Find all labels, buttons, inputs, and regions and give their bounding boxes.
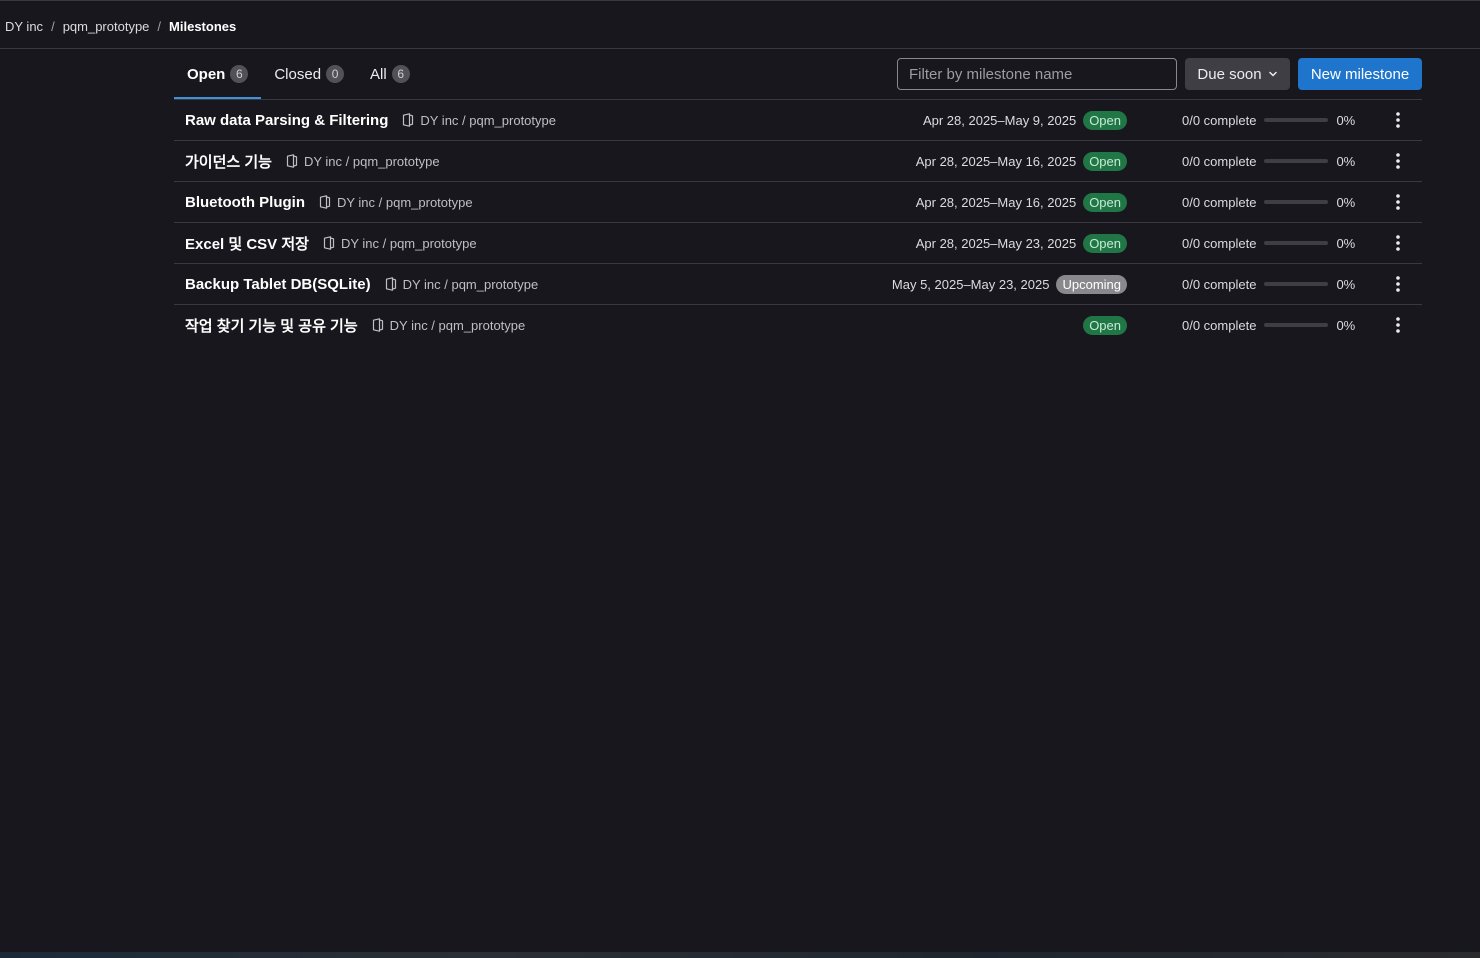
tab-label: All (370, 65, 387, 83)
status-badge: Open (1083, 192, 1127, 212)
kebab-menu-icon (1396, 317, 1400, 333)
milestone-project[interactable]: DY inc / pqm_prototype (323, 236, 477, 251)
sort-label: Due soon (1197, 65, 1262, 83)
project-icon (385, 277, 396, 291)
progress-bar (1264, 323, 1329, 327)
milestone-list: Raw data Parsing & Filtering DY inc / pq… (174, 100, 1422, 346)
more-actions-button[interactable] (1390, 233, 1406, 253)
milestone-dates: Apr 28, 2025–May 16, 2025 (915, 153, 1077, 169)
progress-bar (1264, 159, 1329, 163)
complete-count: 0/0 complete (1182, 153, 1257, 169)
project-path: DY inc / pqm_prototype (336, 194, 473, 210)
breadcrumb-group-link[interactable]: DY inc (5, 19, 43, 34)
bottom-edge (0, 952, 1480, 958)
tab-all[interactable]: All 6 (357, 49, 423, 99)
milestone-title[interactable]: Bluetooth Plugin (185, 194, 305, 211)
more-actions-button[interactable] (1390, 192, 1406, 212)
progress-bar (1264, 118, 1329, 122)
kebab-menu-icon (1396, 112, 1400, 128)
tab-count-badge: 6 (230, 65, 249, 83)
kebab-menu-icon (1396, 153, 1400, 169)
breadcrumb-separator: / (51, 18, 55, 34)
breadcrumb: DY inc / pqm_prototype / Milestones (5, 17, 236, 35)
tab-open[interactable]: Open 6 (174, 49, 262, 99)
complete-count: 0/0 complete (1182, 112, 1257, 128)
milestone-dates: Apr 28, 2025–May 23, 2025 (915, 235, 1077, 251)
more-actions-button[interactable] (1390, 110, 1406, 130)
milestone-row: Raw data Parsing & Filtering DY inc / pq… (174, 100, 1422, 141)
milestone-dates: May 5, 2025–May 23, 2025 (891, 276, 1050, 292)
milestone-dates: Apr 28, 2025–May 9, 2025 (922, 112, 1077, 128)
tab-label: Closed (274, 65, 322, 83)
milestone-title[interactable]: 가이던스 기능 (185, 151, 272, 172)
progress-bar (1264, 200, 1329, 204)
more-actions-button[interactable] (1390, 274, 1406, 294)
milestones-page: DY inc / pqm_prototype / Milestones Open… (0, 0, 1480, 958)
status-badge: Open (1083, 233, 1127, 253)
project-icon (323, 236, 335, 250)
progress-percent: 0% (1336, 317, 1356, 333)
kebab-menu-icon (1396, 276, 1400, 292)
tab-closed[interactable]: Closed 0 (261, 49, 357, 99)
tab-count-badge: 6 (391, 65, 410, 83)
milestone-row: Bluetooth Plugin DY inc / pqm_prototype … (174, 182, 1422, 223)
project-path: DY inc / pqm_prototype (340, 235, 477, 251)
milestone-project[interactable]: DY inc / pqm_prototype (286, 154, 440, 169)
tab-label: Open (187, 65, 226, 83)
complete-count: 0/0 complete (1182, 317, 1257, 333)
status-badge: Open (1083, 110, 1127, 130)
chevron-down-icon (1268, 71, 1277, 77)
breadcrumb-project-link[interactable]: pqm_prototype (63, 19, 150, 34)
milestone-project[interactable]: DY inc / pqm_prototype (402, 113, 556, 128)
milestone-row: Backup Tablet DB(SQLite) DY inc / pqm_pr… (174, 264, 1422, 305)
milestone-title[interactable]: 작업 찾기 기능 및 공유 기능 (185, 315, 358, 336)
sort-dropdown-button[interactable]: Due soon (1185, 58, 1290, 90)
project-icon (319, 195, 331, 209)
project-path: DY inc / pqm_prototype (389, 317, 526, 333)
complete-count: 0/0 complete (1182, 235, 1257, 251)
progress-percent: 0% (1336, 276, 1356, 292)
progress-percent: 0% (1336, 194, 1356, 210)
kebab-menu-icon (1396, 194, 1400, 210)
milestone-title[interactable]: Excel 및 CSV 저장 (185, 233, 309, 254)
status-badge: Open (1083, 151, 1127, 171)
kebab-menu-icon (1396, 235, 1400, 251)
project-icon (403, 113, 414, 127)
top-divider (0, 0, 1480, 1)
new-milestone-label: New milestone (1310, 65, 1410, 83)
project-icon (286, 154, 298, 168)
milestone-title[interactable]: Raw data Parsing & Filtering (185, 112, 388, 129)
more-actions-button[interactable] (1390, 315, 1406, 335)
milestone-row: 가이던스 기능 DY inc / pqm_prototype Apr 28, 2… (174, 141, 1422, 182)
milestone-row: 작업 찾기 기능 및 공유 기능 DY inc / pqm_prototype … (174, 305, 1422, 346)
milestone-project[interactable]: DY inc / pqm_prototype (319, 195, 473, 210)
status-badge: Upcoming (1056, 274, 1127, 294)
project-path: DY inc / pqm_prototype (420, 112, 556, 128)
milestone-state-tabs: Open 6 Closed 0 All 6 (174, 49, 423, 99)
status-badge: Open (1083, 315, 1127, 335)
project-icon (372, 318, 383, 332)
milestone-row: Excel 및 CSV 저장 DY inc / pqm_prototype Ap… (174, 223, 1422, 264)
project-path: DY inc / pqm_prototype (402, 276, 539, 292)
milestone-dates: Apr 28, 2025–May 16, 2025 (915, 194, 1077, 210)
progress-percent: 0% (1336, 235, 1356, 251)
breadcrumb-separator: / (157, 18, 162, 34)
milestone-title[interactable]: Backup Tablet DB(SQLite) (185, 276, 371, 293)
progress-bar (1264, 241, 1329, 245)
milestone-project[interactable]: DY inc / pqm_prototype (372, 317, 526, 333)
new-milestone-button[interactable]: New milestone (1298, 58, 1422, 90)
progress-percent: 0% (1336, 112, 1356, 128)
tab-count-badge: 0 (326, 65, 345, 83)
progress-percent: 0% (1336, 153, 1356, 169)
complete-count: 0/0 complete (1182, 194, 1257, 210)
milestone-filter-input[interactable] (897, 58, 1177, 90)
project-path: DY inc / pqm_prototype (303, 153, 440, 169)
milestone-project[interactable]: DY inc / pqm_prototype (385, 276, 539, 292)
progress-bar (1264, 282, 1329, 286)
breadcrumb-current[interactable]: Milestones (169, 19, 236, 34)
more-actions-button[interactable] (1390, 151, 1406, 171)
complete-count: 0/0 complete (1182, 276, 1257, 292)
